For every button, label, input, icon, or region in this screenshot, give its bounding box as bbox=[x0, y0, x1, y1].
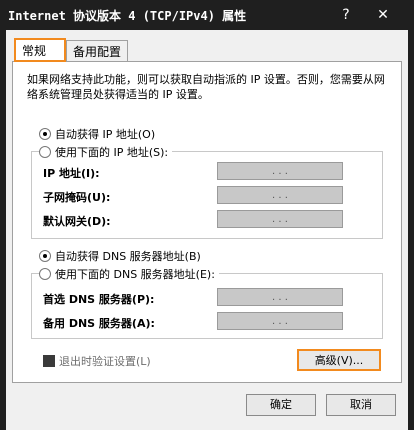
radio-auto-ip-label: 自动获得 IP 地址(O) bbox=[55, 128, 156, 141]
validate-checkbox-box[interactable] bbox=[43, 355, 55, 367]
radio-manual-dns[interactable]: 使用下面的 DNS 服务器地址(E): bbox=[39, 266, 219, 282]
default-gateway-value: . . . bbox=[272, 213, 288, 225]
ip-address-input[interactable]: . . . bbox=[217, 162, 343, 180]
description-text: 如果网络支持此功能，则可以获取自动指派的 IP 设置。否则，您需要从网络系统管理… bbox=[27, 73, 385, 101]
tab-alternate-config[interactable]: 备用配置 bbox=[66, 40, 128, 62]
alternate-dns-value: . . . bbox=[272, 315, 288, 327]
preferred-dns-input[interactable]: . . . bbox=[217, 288, 343, 306]
subnet-mask-value: . . . bbox=[272, 189, 288, 201]
radio-auto-dns-indicator[interactable] bbox=[39, 250, 51, 262]
radio-manual-ip[interactable]: 使用下面的 IP 地址(S): bbox=[39, 144, 173, 160]
validate-checkbox-label: 退出时验证设置(L) bbox=[59, 355, 151, 368]
default-gateway-input[interactable]: . . . bbox=[217, 210, 343, 228]
close-icon[interactable]: ✕ bbox=[372, 4, 394, 26]
dialog-body: 常规 备用配置 如果网络支持此功能，则可以获取自动指派的 IP 设置。否则，您需… bbox=[0, 30, 414, 430]
radio-manual-dns-indicator[interactable] bbox=[39, 268, 51, 280]
tab-general[interactable]: 常规 bbox=[14, 38, 66, 62]
radio-auto-dns[interactable]: 自动获得 DNS 服务器地址(B) bbox=[39, 248, 205, 264]
default-gateway-label: 默认网关(D): bbox=[43, 215, 111, 228]
radio-manual-dns-label: 使用下面的 DNS 服务器地址(E): bbox=[55, 268, 215, 281]
preferred-dns-value: . . . bbox=[272, 291, 288, 303]
ip-address-value: . . . bbox=[272, 165, 288, 177]
radio-manual-ip-indicator[interactable] bbox=[39, 146, 51, 158]
alternate-dns-input[interactable]: . . . bbox=[217, 312, 343, 330]
radio-manual-ip-label: 使用下面的 IP 地址(S): bbox=[55, 146, 169, 159]
radio-auto-dns-label: 自动获得 DNS 服务器地址(B) bbox=[55, 250, 201, 263]
advanced-button[interactable]: 高级(V)... bbox=[297, 349, 381, 371]
subnet-mask-label: 子网掩码(U): bbox=[43, 191, 111, 204]
ok-button[interactable]: 确定 bbox=[246, 394, 316, 416]
radio-auto-ip[interactable]: 自动获得 IP 地址(O) bbox=[39, 126, 160, 142]
preferred-dns-label: 首选 DNS 服务器(P): bbox=[43, 293, 155, 306]
alternate-dns-label: 备用 DNS 服务器(A): bbox=[43, 317, 155, 330]
radio-auto-ip-indicator[interactable] bbox=[39, 128, 51, 140]
window-title: Internet 协议版本 4 (TCP/IPv4) 属性 bbox=[8, 9, 247, 23]
subnet-mask-input[interactable]: . . . bbox=[217, 186, 343, 204]
title-bar: Internet 协议版本 4 (TCP/IPv4) 属性 ? ✕ bbox=[0, 0, 414, 30]
tab-panel: 如果网络支持此功能，则可以获取自动指派的 IP 设置。否则，您需要从网络系统管理… bbox=[12, 61, 402, 383]
ip-address-label: IP 地址(I): bbox=[43, 167, 100, 180]
validate-on-exit-checkbox[interactable]: 退出时验证设置(L) bbox=[43, 353, 151, 369]
help-icon[interactable]: ? bbox=[335, 4, 357, 26]
cancel-button[interactable]: 取消 bbox=[326, 394, 396, 416]
